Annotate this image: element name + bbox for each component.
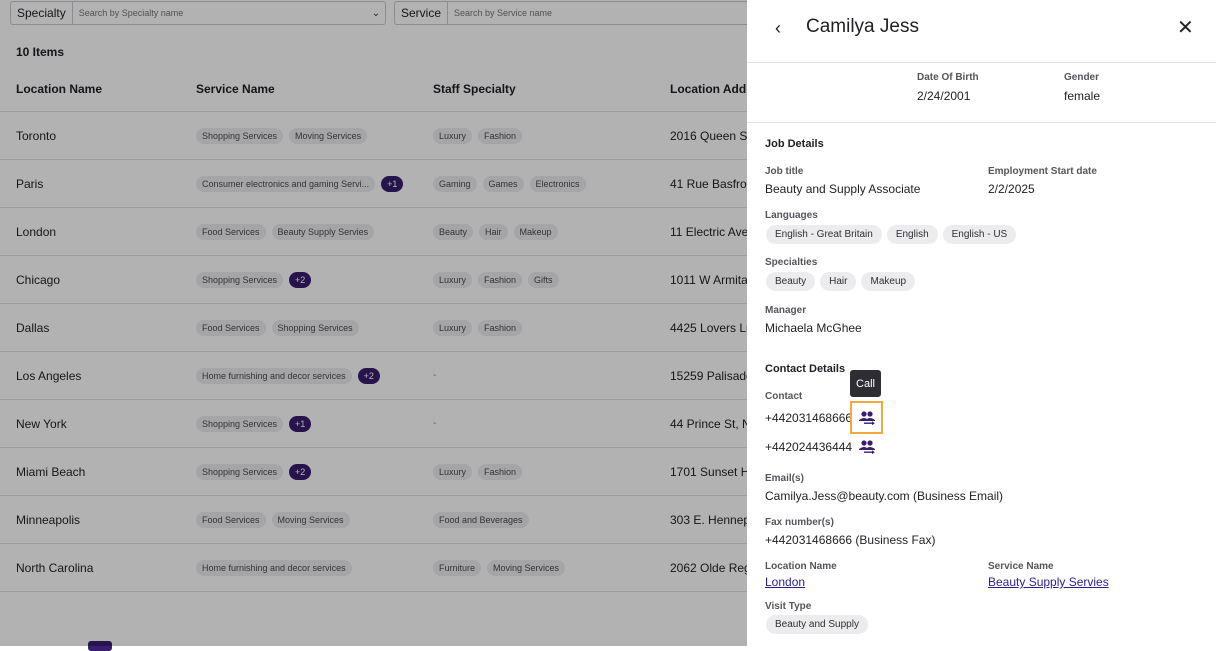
specialties-label: Specialties	[765, 257, 818, 268]
dob-label: Date Of Birth	[917, 72, 979, 83]
contact-label: Contact	[765, 391, 803, 402]
service-name-label: Service Name	[988, 561, 1054, 572]
languages-label: Languages	[765, 210, 818, 221]
specialty-chip: Beauty	[766, 272, 816, 291]
dob-value: 2/24/2001	[917, 89, 971, 103]
service-name-link[interactable]: Beauty Supply Servies	[988, 575, 1109, 589]
specialty-chip: Hair	[820, 272, 857, 291]
contact-phone[interactable]: +442024436444	[765, 440, 852, 454]
location-name-label: Location Name	[765, 561, 837, 572]
specialty-chip: Makeup	[861, 272, 916, 291]
manager-label: Manager	[765, 305, 807, 316]
language-chip: English	[886, 225, 938, 244]
panel-header: ‹ Camilya Jess ✕	[747, 0, 1216, 63]
contact-phone[interactable]: +442031468666	[765, 411, 852, 425]
gender-value: female	[1064, 89, 1101, 103]
panel-title: Camilya Jess	[806, 16, 919, 37]
visit-type-label: Visit Type	[765, 601, 812, 612]
emails-label: Email(s)	[765, 473, 804, 484]
call-people-icon	[858, 410, 875, 425]
close-icon[interactable]: ✕	[1177, 15, 1194, 40]
staff-details-panel: ‹ Camilya Jess ✕ Date Of Birth 2/24/2001…	[747, 0, 1216, 646]
modal-overlay[interactable]	[0, 0, 747, 646]
divider	[747, 122, 1216, 123]
language-chip: English - Great Britain	[766, 225, 882, 244]
visit-type-chips: Beauty and Supply	[766, 615, 868, 634]
email-value: Camilya.Jess@beauty.com (Business Email)	[765, 489, 1004, 503]
location-name-link[interactable]: London	[765, 575, 805, 589]
employment-start-value: 2/2/2025	[988, 182, 1035, 196]
specialties-chips: Beauty Hair Makeup	[766, 272, 916, 291]
call-tooltip: Call	[850, 370, 881, 397]
visit-type-chip: Beauty and Supply	[766, 615, 868, 634]
job-details-title: Job Details	[765, 138, 824, 150]
call-people-icon	[858, 439, 875, 454]
language-chip: English - US	[942, 225, 1017, 244]
job-title-value: Beauty and Supply Associate	[765, 182, 921, 196]
contact-details-title: Contact Details	[765, 363, 846, 375]
languages-chips: English - Great Britain English English …	[766, 225, 1017, 244]
employment-start-label: Employment Start date	[988, 166, 1097, 177]
fax-value: +442031468666 (Business Fax)	[765, 533, 936, 547]
call-button[interactable]	[850, 430, 883, 463]
chevron-left-icon[interactable]: ‹	[775, 18, 781, 39]
gender-label: Gender	[1064, 72, 1100, 83]
manager-value: Michaela McGhee	[765, 321, 862, 335]
fax-label: Fax number(s)	[765, 517, 834, 528]
job-title-label: Job title	[765, 166, 804, 177]
